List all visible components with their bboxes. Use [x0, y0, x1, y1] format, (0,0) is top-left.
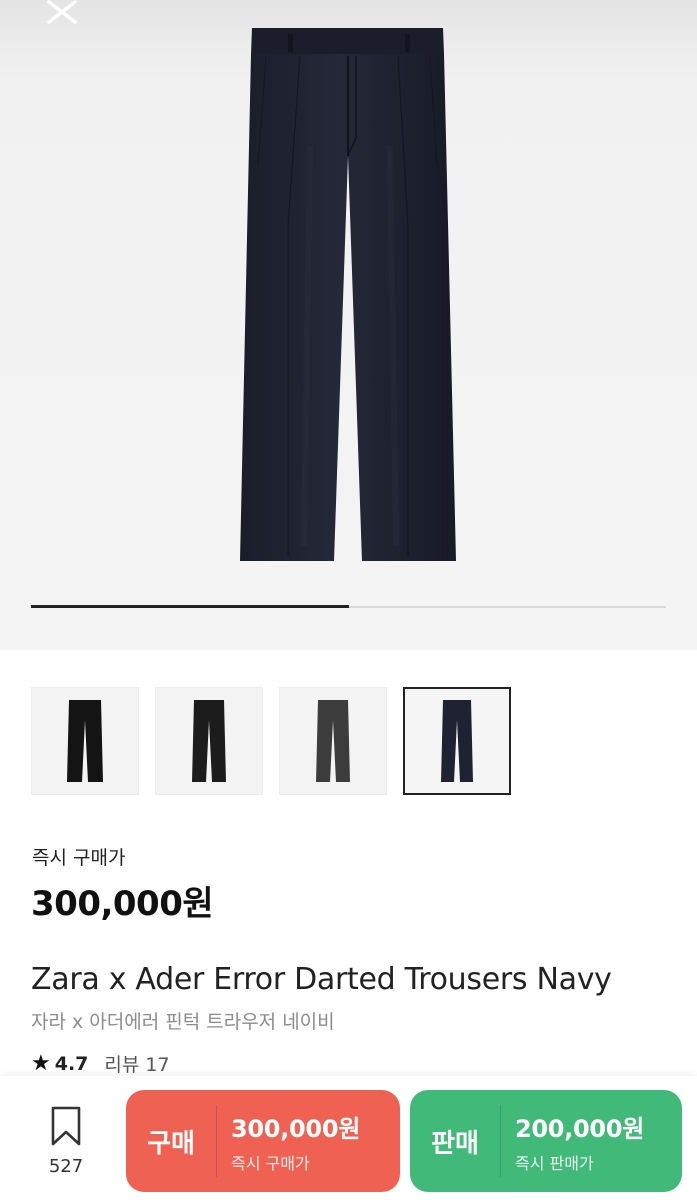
thumbnail-image: [441, 700, 473, 782]
image-progress-track: [31, 605, 666, 608]
buy-button-subtext: 즉시 구매가: [231, 1153, 310, 1173]
close-button[interactable]: [40, 0, 84, 30]
sell-button-price: 200,000원: [515, 1114, 644, 1143]
sell-button[interactable]: 판매 200,000원 즉시 판매가: [410, 1090, 682, 1192]
review-count[interactable]: 리뷰 17: [104, 1050, 169, 1077]
thumbnail-2[interactable]: [155, 687, 263, 795]
thumbnail-image: [316, 700, 350, 782]
image-progress-indicator: [31, 605, 349, 608]
thumbnail-image: [67, 700, 103, 782]
close-icon: [47, 0, 77, 24]
thumbnail-3[interactable]: [279, 687, 387, 795]
buy-button-label: 구매: [147, 1128, 195, 1159]
buy-button-price: 300,000원: [231, 1114, 360, 1143]
rating-row[interactable]: ★ 4.7 리뷰 17: [31, 1050, 170, 1077]
product-image: [240, 28, 456, 561]
sell-button-info: 200,000원 즉시 판매가: [501, 1109, 644, 1174]
instant-buy-price: 300,000원: [31, 884, 214, 924]
rating-score: 4.7: [54, 1052, 89, 1075]
buy-button-info: 300,000원 즉시 구매가: [217, 1109, 360, 1174]
thumbnail-strip: [31, 687, 511, 795]
product-title: Zara x Ader Error Darted Trousers Navy: [31, 962, 612, 997]
product-image-viewer[interactable]: [0, 0, 697, 650]
thumbnail-4-selected[interactable]: [403, 687, 511, 795]
sell-button-subtext: 즉시 판매가: [515, 1153, 594, 1173]
thumbnail-1[interactable]: [31, 687, 139, 795]
wishlist-count: 527: [48, 1156, 84, 1177]
wishlist-button[interactable]: 527: [40, 1106, 92, 1177]
thumbnail-image: [192, 700, 226, 782]
bookmark-icon: [51, 1106, 81, 1146]
product-subtitle: 자라 x 아더에러 핀턱 트라우저 네이비: [31, 1011, 335, 1033]
bottom-action-bar: 527 구매 300,000원 즉시 구매가 판매 200,000원 즉시 판매…: [0, 1076, 697, 1200]
sell-button-label: 판매: [431, 1128, 479, 1159]
instant-buy-price-label: 즉시 구매가: [32, 847, 126, 869]
buy-button[interactable]: 구매 300,000원 즉시 구매가: [126, 1090, 400, 1192]
star-icon: ★: [31, 1051, 51, 1076]
